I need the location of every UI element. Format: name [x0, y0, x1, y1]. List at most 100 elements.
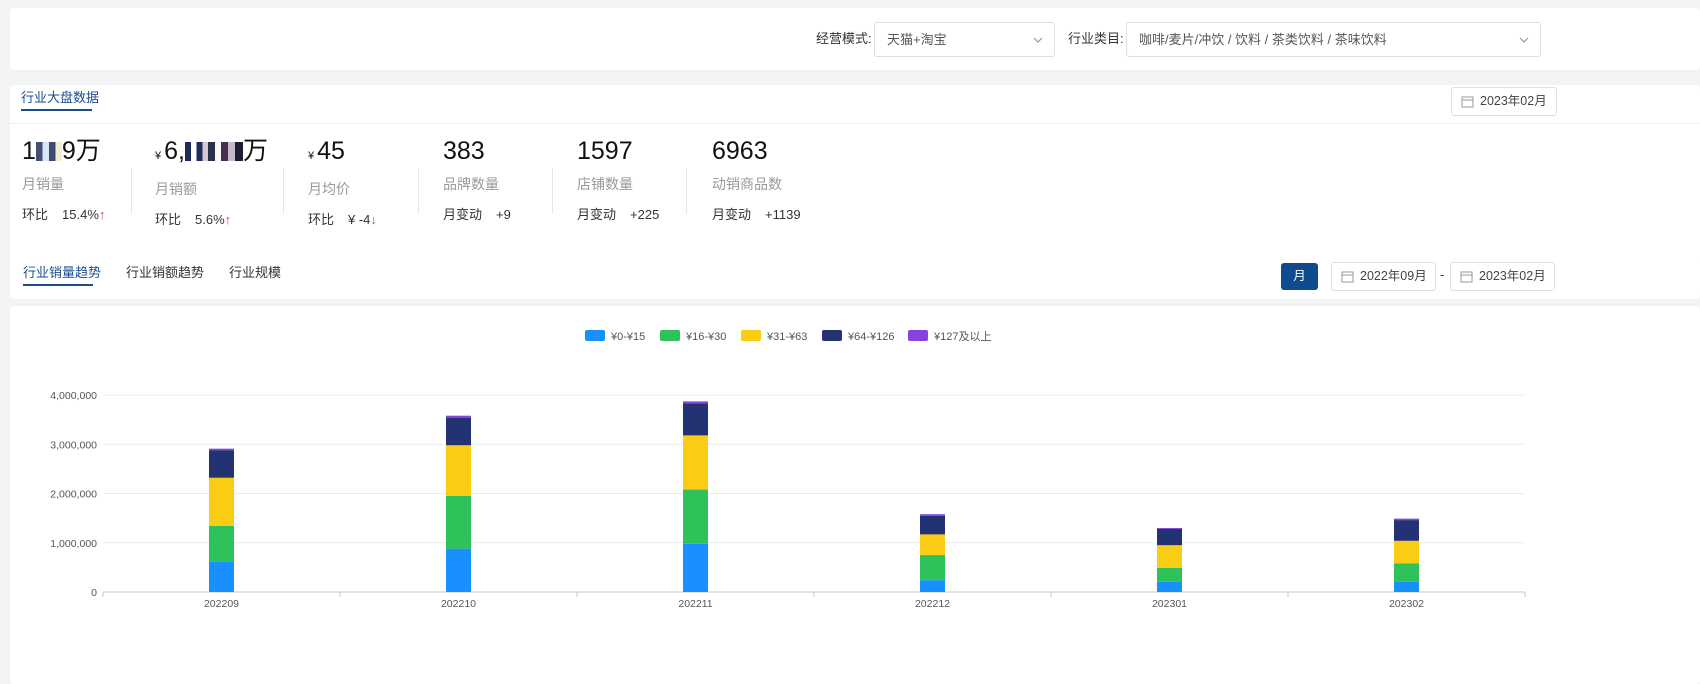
arrow-down-icon: ↓	[370, 212, 377, 227]
bar-segment[interactable]	[1394, 520, 1419, 541]
metric-value: 1 9万	[22, 137, 101, 165]
metric-change: 月变动 +225	[577, 207, 660, 222]
bar-segment[interactable]	[920, 534, 945, 556]
bar-segment[interactable]	[683, 489, 708, 544]
overview-date-value: 2023年02月	[1480, 94, 1547, 108]
bar-segment[interactable]	[446, 548, 471, 592]
y-tick-label: 3,000,000	[50, 439, 97, 451]
bar-segment[interactable]	[920, 515, 945, 535]
start-date-value: 2022年09月	[1360, 269, 1427, 283]
chevron-down-icon	[1033, 37, 1043, 43]
date-range-separator: -	[1440, 267, 1445, 282]
industry-category-select[interactable]: 咖啡/麦片/冲饮 / 饮料 / 茶类饮料 / 茶味饮料	[1126, 22, 1541, 57]
month-period-button[interactable]: 月	[1281, 263, 1318, 290]
divider	[283, 168, 284, 214]
bar-segment[interactable]	[209, 561, 234, 592]
x-tick-label: 202210	[441, 598, 476, 610]
business-mode-value: 天猫+淘宝	[887, 32, 947, 47]
tab-sales-amount-trend[interactable]: 行业销额趋势	[126, 262, 204, 281]
metric-brand-count: 383 品牌数量 月变动 +9	[443, 134, 511, 223]
metric-change: 月变动 +1139	[712, 207, 801, 222]
bar-segment[interactable]	[446, 445, 471, 496]
bar-segment[interactable]	[1157, 581, 1182, 592]
redacted-mask	[35, 142, 62, 161]
industry-category-label: 行业类目:	[1068, 31, 1124, 46]
tab-industry-scale[interactable]: 行业规模	[229, 262, 281, 281]
metric-label: 品牌数量	[443, 176, 499, 192]
business-mode-label: 经营模式:	[816, 31, 872, 46]
trend-toolbar: 行业销量趋势 行业销额趋势 行业规模 月 2022年09月 - 2023年02月	[10, 254, 1700, 299]
start-date-picker[interactable]: 2022年09月	[1331, 262, 1436, 291]
metric-change: 环比 5.6%↑	[155, 212, 232, 227]
metric-change: 环比 15.4%↑	[22, 207, 106, 222]
bar-segment[interactable]	[1157, 528, 1182, 546]
bar-segment[interactable]	[209, 450, 234, 478]
bar-segment[interactable]	[920, 514, 945, 516]
bar-segment[interactable]	[446, 495, 471, 549]
bar-segment[interactable]	[920, 580, 945, 592]
metric-value: ¥45	[308, 137, 345, 165]
metric-average-price: ¥45 月均价 环比 ¥ -4↓	[308, 134, 377, 228]
end-date-value: 2023年02月	[1479, 269, 1546, 283]
y-tick-label: 0	[91, 587, 97, 599]
bar-segment[interactable]	[1394, 540, 1419, 564]
bar-segment[interactable]	[446, 417, 471, 446]
tab-underline	[23, 284, 93, 286]
metric-value: 6963	[712, 137, 768, 165]
bar-segment[interactable]	[683, 543, 708, 592]
bar-segment[interactable]	[209, 448, 234, 451]
end-date-picker[interactable]: 2023年02月	[1450, 262, 1555, 291]
bar-segment[interactable]	[1394, 563, 1419, 582]
bar-segment[interactable]	[920, 555, 945, 581]
divider	[418, 168, 419, 214]
metric-store-count: 1597 店铺数量 月变动 +225	[577, 134, 659, 223]
metric-label: 店铺数量	[577, 176, 633, 192]
bar-segment[interactable]	[683, 403, 708, 436]
metric-label: 月均价	[308, 181, 350, 197]
arrow-up-icon: ↑	[224, 212, 232, 227]
x-tick-label: 202212	[915, 598, 950, 610]
bar-segment[interactable]	[446, 415, 471, 418]
calendar-icon	[1341, 271, 1354, 283]
chevron-down-icon	[1519, 37, 1529, 43]
metric-label: 动销商品数	[712, 176, 782, 192]
x-tick-label: 202301	[1152, 598, 1187, 610]
x-tick-label: 202211	[678, 598, 712, 610]
filter-bar: 经营模式: 天猫+淘宝 行业类目: 咖啡/麦片/冲饮 / 饮料 / 茶类饮料 /…	[10, 8, 1700, 70]
calendar-icon	[1460, 271, 1473, 283]
divider	[131, 168, 132, 214]
bar-segment[interactable]	[683, 401, 708, 404]
bar-segment[interactable]	[1394, 518, 1419, 521]
y-tick-label: 1,000,000	[50, 538, 97, 550]
bar-segment[interactable]	[683, 435, 708, 490]
metric-label: 月销量	[22, 176, 64, 192]
metric-monthly-revenue: ¥6, 万 月销额 环比 5.6%↑	[155, 134, 268, 228]
tab-sales-volume-trend[interactable]: 行业销量趋势	[23, 262, 101, 281]
x-tick-label: 202209	[204, 598, 239, 610]
tab-underline	[21, 109, 92, 111]
y-tick-label: 4,000,000	[50, 390, 97, 402]
metric-value: 1597	[577, 137, 633, 165]
stacked-bar-chart: 0 1,000,000 2,000,000 3,000,000 4,000,000 202…	[50, 390, 1526, 610]
metric-change: 环比 ¥ -4↓	[308, 212, 377, 227]
bar-segment[interactable]	[1394, 581, 1419, 592]
bar-segment[interactable]	[1157, 527, 1182, 529]
bar-segment[interactable]	[209, 477, 234, 527]
calendar-icon	[1461, 96, 1474, 108]
redacted-mask	[184, 142, 243, 161]
divider	[10, 123, 1700, 124]
metric-value: 383	[443, 137, 485, 165]
bar-segment[interactable]	[1157, 545, 1182, 568]
metric-change: 月变动 +9	[443, 207, 511, 222]
bar-segment[interactable]	[209, 526, 234, 562]
metric-label: 月销额	[155, 181, 197, 197]
sales-trend-chart-card: ¥0-¥15 ¥16-¥30 ¥31-¥63 ¥64-¥126 ¥127及以上 0 1,0…	[10, 306, 1700, 684]
y-tick-label: 2,000,000	[50, 489, 97, 501]
metric-value: ¥6, 万	[155, 137, 268, 165]
bar-segment[interactable]	[1157, 567, 1182, 582]
overview-date-picker[interactable]: 2023年02月	[1451, 87, 1557, 116]
divider	[552, 168, 553, 214]
metric-monthly-sales: 1 9万 月销量 环比 15.4%↑	[22, 134, 105, 223]
business-mode-select[interactable]: 天猫+淘宝	[874, 22, 1055, 57]
tab-industry-overview[interactable]: 行业大盘数据	[21, 87, 99, 106]
